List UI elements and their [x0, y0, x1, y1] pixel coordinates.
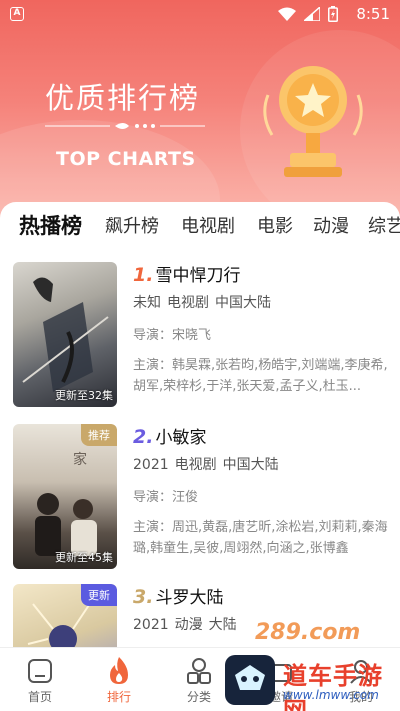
tab-hot[interactable]: 热播榜 — [19, 210, 82, 240]
clock: 8:51 — [356, 5, 390, 23]
page-subtitle: TOP CHARTS — [56, 148, 196, 170]
rank-number: 1. — [133, 264, 154, 286]
type: 电视剧 — [174, 457, 217, 473]
tab-rising[interactable]: 飙升榜 — [105, 212, 159, 238]
ranking-panel: 热播榜 飙升榜 电视剧 电影 动漫 综艺 更新至32集 1. 雪中悍刀行 未知 电视… — [0, 202, 400, 647]
director: 导演：宋晓飞 — [133, 328, 212, 343]
signal-icon — [304, 7, 320, 21]
nav-label: 首页 — [27, 690, 52, 704]
nav-category[interactable]: 分类 — [164, 656, 234, 705]
category-icon — [187, 658, 211, 684]
update-badge: 更新 — [81, 584, 117, 606]
item-title[interactable]: 小敏家 — [155, 428, 206, 448]
tab-tv[interactable]: 电视剧 — [181, 212, 235, 238]
site-watermark: 289.com 道车手游网 www.lmww.com — [225, 620, 400, 711]
svg-text:家: 家 — [73, 451, 87, 468]
poster-image[interactable]: 更新至32集 — [13, 262, 117, 407]
poster-image[interactable]: 家 推荐 更新至45集 — [13, 424, 117, 569]
tab-anime[interactable]: 动漫 — [313, 212, 349, 238]
watermark-text-top: 289.com — [255, 620, 361, 645]
hero-banner: A 8:51 优质排行榜 TOP CHARTS — [0, 0, 400, 225]
nav-label: 排行 — [106, 690, 131, 704]
year: 2021 — [133, 617, 169, 633]
episode-label: 更新至32集 — [55, 389, 113, 402]
tab-movie[interactable]: 电影 — [257, 212, 293, 238]
app-notification-icon: A — [10, 7, 24, 21]
region: 中国大陆 — [222, 457, 279, 473]
watermark-url: www.lmww.com — [283, 688, 379, 702]
rank-number: 3. — [133, 586, 154, 608]
rank-number: 2. — [133, 426, 154, 448]
region: 中国大陆 — [215, 295, 271, 311]
episode-label: 更新至45集 — [55, 551, 113, 564]
list-item[interactable]: 更新至32集 1. 雪中悍刀行 未知 电视剧 中国大陆 导演：宋晓飞 主演：韩昊霖,张… — [0, 262, 400, 412]
ornament-divider — [45, 123, 205, 129]
year: 2021 — [133, 457, 169, 473]
director: 导演：汪俊 — [133, 490, 199, 505]
poster-art — [22, 277, 109, 392]
item-title[interactable]: 斗罗大陆 — [155, 588, 223, 608]
list-item[interactable]: 家 推荐 更新至45集 2. 小敏家 2021 电视剧 中国大陆 导演：汪俊 主演：周… — [0, 424, 400, 574]
page-title: 优质排行榜 — [45, 81, 201, 115]
item-title[interactable]: 雪中悍刀行 — [155, 266, 240, 286]
item-info: 2021 电视剧 中国大陆 — [133, 454, 393, 474]
item-info: 未知 电视剧 中国大陆 — [133, 292, 393, 312]
tab-variety[interactable]: 综艺 — [368, 212, 400, 238]
battery-icon — [328, 6, 338, 22]
nav-ranking[interactable]: 排行 — [84, 656, 154, 705]
category-tabs: 热播榜 飙升榜 电视剧 电影 动漫 综艺 — [0, 212, 400, 246]
watermark-text-main: 道车手游网 — [283, 662, 383, 711]
nav-home[interactable]: 首页 — [5, 656, 75, 705]
home-icon — [28, 659, 52, 683]
flame-icon — [110, 657, 128, 684]
nav-label: 分类 — [186, 690, 211, 704]
trophy-icon — [263, 66, 363, 177]
recommend-badge: 推荐 — [81, 424, 117, 446]
cast: 主演：韩昊霖,张若昀,杨皓宇,刘端端,李庚希,胡军,荣梓杉,于洋,张天爱,孟子义… — [133, 358, 388, 394]
type: 动漫 — [174, 617, 203, 633]
type: 电视剧 — [167, 295, 209, 311]
cast: 主演：周迅,黄磊,唐艺昕,涂松岩,刘莉莉,秦海璐,韩童生,吴彼,周翊然,向涵之,… — [133, 520, 388, 556]
wifi-icon — [278, 7, 296, 21]
poster-image[interactable]: 更新 — [13, 584, 117, 647]
status-bar: A 8:51 — [0, 0, 400, 28]
year: 未知 — [133, 295, 161, 311]
